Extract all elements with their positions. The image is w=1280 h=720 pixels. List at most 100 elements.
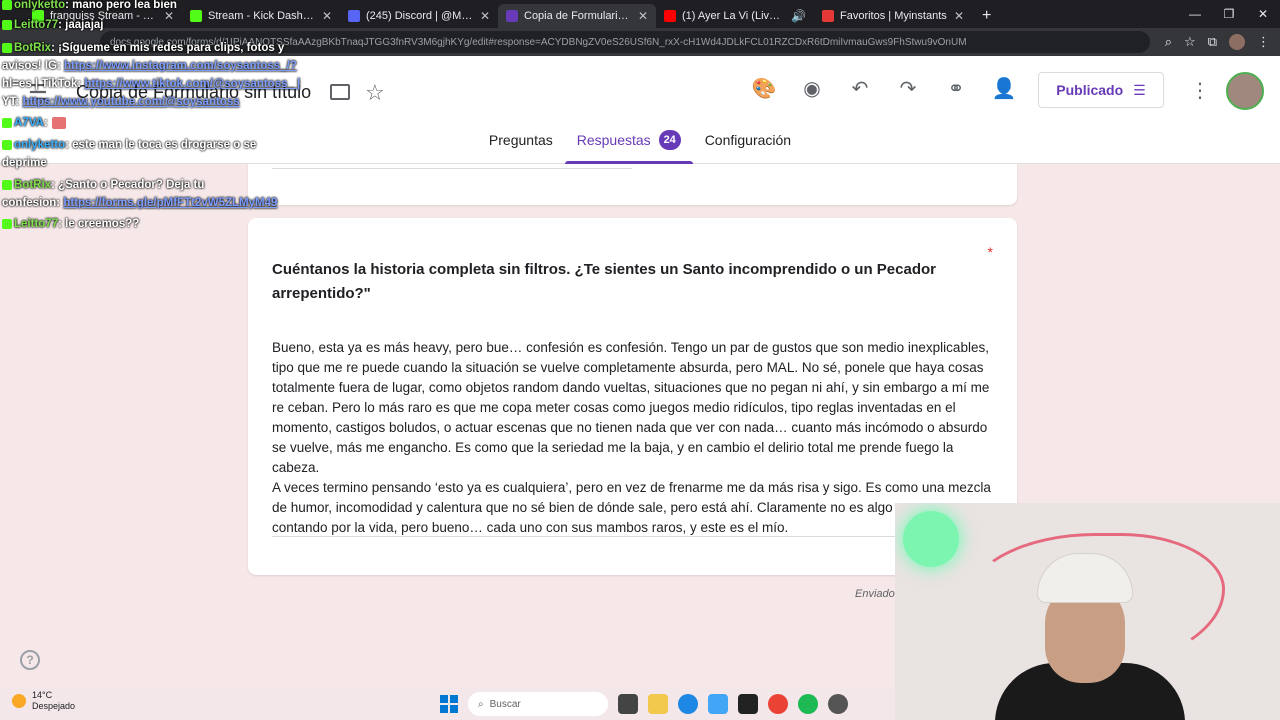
- webcam-overlay: [895, 503, 1280, 720]
- tab-label: Respuestas: [576, 132, 651, 148]
- tab-preguntas[interactable]: Preguntas: [477, 132, 565, 164]
- edge-icon[interactable]: [678, 694, 698, 714]
- profile-avatar[interactable]: [1229, 34, 1245, 50]
- neon-smiley-sign: [903, 511, 959, 567]
- response-text: Bueno, esta ya es más heavy, pero bue… c…: [272, 340, 991, 535]
- chat-message-cont: avisos! IG: https://www.instagram.com/so…: [2, 57, 308, 75]
- forms-icon: [506, 10, 518, 22]
- close-icon[interactable]: ✕: [954, 9, 964, 23]
- weather-widget[interactable]: 14°C Despejado: [12, 690, 75, 712]
- redo-icon[interactable]: ↷: [896, 76, 920, 100]
- store-icon[interactable]: [708, 694, 728, 714]
- chat-message-cont: deprime: [2, 154, 308, 172]
- chat-message: onlyketto: mano pero lea bien: [2, 0, 308, 14]
- chat-username: onlyketto: [14, 0, 66, 11]
- close-icon[interactable]: ✕: [480, 9, 490, 23]
- required-asterisk: *: [987, 244, 993, 260]
- chat-message: BotRix: ¡Sígueme en mis redes para clips…: [2, 39, 308, 57]
- badge-icon: [2, 218, 12, 229]
- close-icon[interactable]: ✕: [638, 9, 648, 23]
- chat-username: Leitto77: [14, 19, 59, 31]
- browser-tab-3[interactable]: Copia de Formulario sin título ✕: [498, 4, 656, 28]
- obs-icon[interactable]: [828, 694, 848, 714]
- help-icon[interactable]: ?: [20, 650, 40, 670]
- new-tab-button[interactable]: +: [972, 4, 1001, 28]
- speaker-icon[interactable]: 🔊: [791, 9, 806, 23]
- extensions-icon[interactable]: ⧉: [1208, 34, 1217, 50]
- sun-icon: [12, 694, 26, 708]
- tune-icon: ☰: [1133, 81, 1146, 98]
- more-vert-icon[interactable]: ⋮: [1190, 78, 1210, 103]
- emote-icon: [51, 116, 66, 129]
- zoom-icon[interactable]: ⌕: [1165, 34, 1172, 50]
- myinstants-icon: [822, 10, 834, 22]
- spotify-icon[interactable]: [798, 694, 818, 714]
- browser-tab-2[interactable]: (245) Discord | @Marketing ✕: [340, 4, 498, 28]
- chat-username: onlyketto: [14, 139, 66, 151]
- close-window-icon[interactable]: ✕: [1246, 0, 1280, 28]
- folder-icon[interactable]: [330, 84, 350, 100]
- add-person-icon[interactable]: 👤: [992, 76, 1017, 100]
- submitted-timestamp: Enviado: [855, 588, 895, 600]
- tab-label: (245) Discord | @Marketing: [366, 10, 474, 22]
- tab-respuestas[interactable]: Respuestas 24: [564, 130, 693, 164]
- chat-username: BotRix: [14, 179, 52, 191]
- browser-tab-4[interactable]: (1) Ayer La Vi (Live - Desde 🔊: [656, 4, 814, 28]
- chat-username: Leitto77: [14, 218, 59, 230]
- undo-icon[interactable]: ↶: [848, 76, 872, 100]
- chat-text: : este man le toca es drogarse o se: [65, 139, 257, 151]
- chat-text: deprime: [2, 157, 47, 169]
- publish-button[interactable]: Publicado ☰: [1038, 72, 1164, 108]
- chat-text: avisos! IG:: [2, 60, 64, 72]
- maximize-icon[interactable]: ❐: [1212, 0, 1246, 28]
- link-icon[interactable]: ⚭: [944, 76, 968, 100]
- badge-icon: [2, 179, 12, 190]
- palette-icon[interactable]: 🎨: [752, 76, 777, 100]
- yandex-icon[interactable]: [738, 694, 758, 714]
- browser-tab-5[interactable]: Favoritos | Myinstants ✕: [814, 4, 972, 28]
- tab-label: Favoritos | Myinstants: [840, 10, 947, 22]
- bookmark-star-icon[interactable]: ☆: [1184, 34, 1196, 50]
- chat-text: hl=es | TikTok:: [2, 78, 85, 90]
- discord-icon: [348, 10, 360, 22]
- close-icon[interactable]: ✕: [322, 9, 332, 23]
- menu-icon[interactable]: ⋮: [1257, 34, 1270, 50]
- taskbar-apps: ⌕ Buscar: [440, 692, 848, 716]
- avatar[interactable]: [1226, 72, 1264, 110]
- chat-link[interactable]: https://forms.gle/pMfFTt2vW5ZLMyM49: [63, 197, 277, 209]
- window-controls: — ❐ ✕: [1178, 0, 1280, 28]
- taskbar-search[interactable]: ⌕ Buscar: [468, 692, 608, 716]
- chat-link[interactable]: https://www.instagram.com/soysantoss_/?: [64, 60, 297, 72]
- eye-icon[interactable]: ◉: [800, 76, 824, 100]
- star-icon[interactable]: ☆: [365, 80, 385, 106]
- chat-message: onlyketto: este man le toca es drogarse …: [2, 136, 308, 154]
- tab-configuracion[interactable]: Configuración: [693, 132, 803, 164]
- publish-label: Publicado: [1056, 82, 1124, 98]
- chat-text: : ¡Sígueme en mis redes para clips, foto…: [51, 42, 285, 54]
- chat-link[interactable]: https://www.tiktok.com/@soysantoss_ |: [84, 78, 300, 90]
- badge-icon: [2, 0, 12, 10]
- chat-text: : ¿Santo o Pecador? Deja tu: [51, 179, 205, 191]
- chat-link[interactable]: https://www.youtube.com/@soysantoss: [22, 96, 239, 108]
- chat-text: confesion:: [2, 197, 64, 209]
- minimize-icon[interactable]: —: [1178, 0, 1212, 28]
- youtube-icon: [664, 10, 676, 22]
- chrome-icon[interactable]: [768, 694, 788, 714]
- search-icon: ⌕: [478, 698, 484, 710]
- chat-message: BotRix: ¿Santo o Pecador? Deja tu: [2, 176, 308, 194]
- weather-text: 14°C Despejado: [32, 690, 75, 712]
- windows-icon[interactable]: [440, 695, 458, 713]
- chat-message: Leitto77: jaajajaj: [2, 16, 308, 34]
- header-actions: 🎨 ◉ ↶ ↷ ⚭ 👤: [752, 76, 1017, 100]
- toolbar-icons: ⌕ ☆ ⧉ ⋮: [1165, 28, 1270, 56]
- responses-count-badge: 24: [658, 130, 681, 150]
- chat-message: A7VA:: [2, 114, 308, 132]
- file-explorer-icon[interactable]: [648, 694, 668, 714]
- weather-desc: Despejado: [32, 701, 76, 711]
- taskview-icon[interactable]: [618, 694, 638, 714]
- tab-label: Configuración: [704, 132, 792, 148]
- tab-label: Copia de Formulario sin título: [524, 10, 632, 22]
- chat-message-cont: YT: https://www.youtube.com/@soysantoss: [2, 93, 308, 111]
- chat-text: : jaajajaj: [58, 19, 104, 31]
- chat-message: Leitto77: le creemos??: [2, 215, 308, 233]
